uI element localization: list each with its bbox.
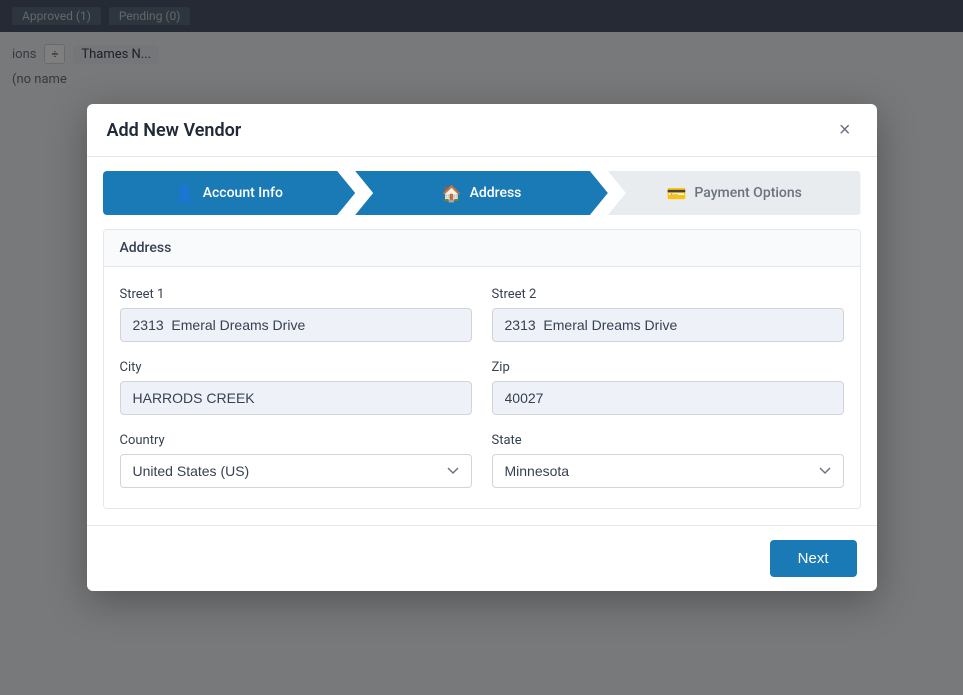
step-address[interactable]: 🏠 Address [355, 171, 608, 215]
street1-group: Street 1 [120, 287, 472, 342]
step-address-label: Address [470, 185, 522, 201]
street1-input[interactable] [120, 308, 472, 342]
step-account-info-label: Account Info [203, 185, 283, 201]
next-button[interactable]: Next [770, 540, 857, 577]
city-zip-row: City Zip [120, 360, 844, 415]
address-icon: 🏠 [442, 184, 462, 203]
zip-label: Zip [492, 360, 844, 375]
modal-header: Add New Vendor × [87, 104, 877, 157]
country-select[interactable]: United States (US) [120, 454, 472, 488]
street2-group: Street 2 [492, 287, 844, 342]
state-label: State [492, 433, 844, 448]
country-label: Country [120, 433, 472, 448]
address-form-section: Address Street 1 Street 2 [103, 229, 861, 509]
add-vendor-modal: Add New Vendor × 👤 Account Info 🏠 Addres… [87, 104, 877, 591]
stepper: 👤 Account Info 🏠 Address 💳 Payment Optio… [103, 171, 861, 215]
city-group: City [120, 360, 472, 415]
modal-title: Add New Vendor [107, 120, 242, 141]
payment-options-icon: 💳 [666, 184, 686, 203]
close-button[interactable]: × [833, 118, 857, 142]
address-section-title: Address [104, 230, 860, 267]
step-payment-options[interactable]: 💳 Payment Options [608, 171, 861, 215]
street2-label: Street 2 [492, 287, 844, 302]
modal-body: Address Street 1 Street 2 [87, 229, 877, 525]
city-input[interactable] [120, 381, 472, 415]
step-account-info[interactable]: 👤 Account Info [103, 171, 356, 215]
country-state-row: Country United States (US) State Minneso… [120, 433, 844, 488]
zip-input[interactable] [492, 381, 844, 415]
zip-group: Zip [492, 360, 844, 415]
country-group: Country United States (US) [120, 433, 472, 488]
city-label: City [120, 360, 472, 375]
modal-overlay: Add New Vendor × 👤 Account Info 🏠 Addres… [0, 0, 963, 695]
modal-footer: Next [87, 525, 877, 591]
step-payment-options-label: Payment Options [694, 185, 801, 201]
state-group: State Minnesota [492, 433, 844, 488]
form-fields: Street 1 Street 2 City [104, 267, 860, 508]
street1-label: Street 1 [120, 287, 472, 302]
state-select[interactable]: Minnesota [492, 454, 844, 488]
street2-input[interactable] [492, 308, 844, 342]
street-row: Street 1 Street 2 [120, 287, 844, 342]
account-info-icon: 👤 [175, 184, 195, 203]
